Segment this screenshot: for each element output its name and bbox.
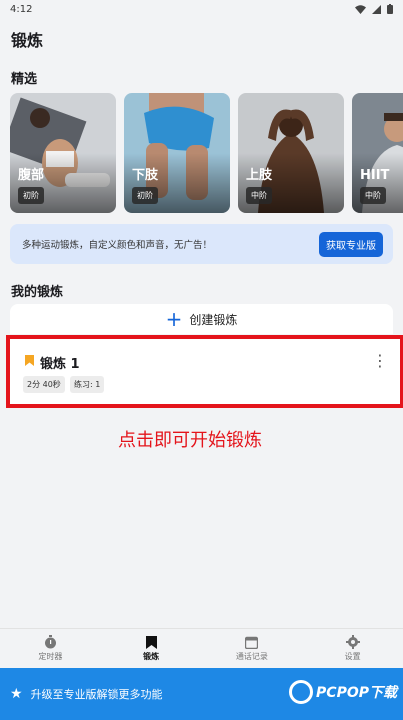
- nav-workout[interactable]: 锻炼: [101, 629, 202, 668]
- level-badge: 中阶: [360, 187, 386, 204]
- level-badge: 中阶: [246, 187, 272, 204]
- bottom-navigation: 定时器 锻炼 通话记录 设置: [0, 628, 403, 668]
- stopwatch-icon: [44, 635, 56, 649]
- nav-history[interactable]: 通话记录: [202, 629, 303, 668]
- highlight-box: [6, 335, 403, 408]
- card-lower-body[interactable]: 下肢 初阶: [124, 93, 230, 213]
- level-badge: 初阶: [18, 187, 44, 204]
- card-title: 腹部: [18, 168, 45, 183]
- plus-icon: +: [165, 307, 183, 331]
- featured-title: 精选: [11, 72, 38, 87]
- status-time: 4:12: [10, 3, 33, 15]
- create-workout-label: 创建锻炼: [189, 312, 238, 327]
- get-pro-button[interactable]: 获取专业版: [319, 231, 383, 257]
- nav-settings[interactable]: 设置: [302, 629, 403, 668]
- star-icon: ★: [10, 686, 23, 702]
- app-bar: 锻炼: [0, 18, 403, 60]
- card-title: HIIT: [360, 168, 390, 183]
- nav-label: 定时器: [38, 652, 63, 661]
- status-bar: 4:12: [0, 0, 403, 18]
- pcpop-watermark: PCPOP下载: [289, 680, 397, 704]
- annotation-tip: 点击即可开始锻炼: [118, 430, 262, 451]
- card-abs[interactable]: 腹部 初阶: [10, 93, 116, 213]
- card-upper-body[interactable]: 上肢 中阶: [238, 93, 344, 213]
- gear-icon: [345, 635, 360, 649]
- nav-label: 通话记录: [235, 651, 268, 661]
- watermark-logo-icon: [289, 680, 314, 704]
- upgrade-banner[interactable]: ★ 升级至专业版解锁更多功能 PCPOP下载: [0, 668, 403, 720]
- bookmark-icon: [145, 635, 157, 649]
- create-workout-button[interactable]: + 创建锻炼: [10, 304, 393, 334]
- watermark-text: PCPOP下载: [316, 685, 397, 701]
- upgrade-text: 升级至专业版解锁更多功能: [30, 688, 163, 701]
- nav-label: 设置: [344, 652, 361, 661]
- promo-text: 多种运动锻炼，自定义颜色和声音，无广告！: [22, 240, 213, 251]
- battery-icon: [387, 4, 393, 14]
- pro-promo-banner: 多种运动锻炼，自定义颜色和声音，无广告！ 获取专业版: [10, 224, 393, 264]
- signal-icon: [372, 4, 381, 14]
- card-hiit[interactable]: HIIT 中阶: [352, 93, 403, 213]
- calendar-icon: [245, 636, 259, 649]
- nav-timer[interactable]: 定时器: [0, 629, 101, 668]
- card-title: 上肢: [246, 168, 273, 183]
- wifi-icon: [355, 4, 366, 14]
- level-badge: 初阶: [132, 187, 158, 204]
- card-title: 下肢: [132, 168, 159, 183]
- featured-carousel[interactable]: 腹部 初阶 下肢 初阶 上肢 中阶 HIIT 中阶: [10, 93, 403, 213]
- my-workouts-title: 我的锻炼: [11, 285, 64, 300]
- nav-label: 锻炼: [143, 651, 160, 661]
- page-title: 锻炼: [11, 31, 44, 50]
